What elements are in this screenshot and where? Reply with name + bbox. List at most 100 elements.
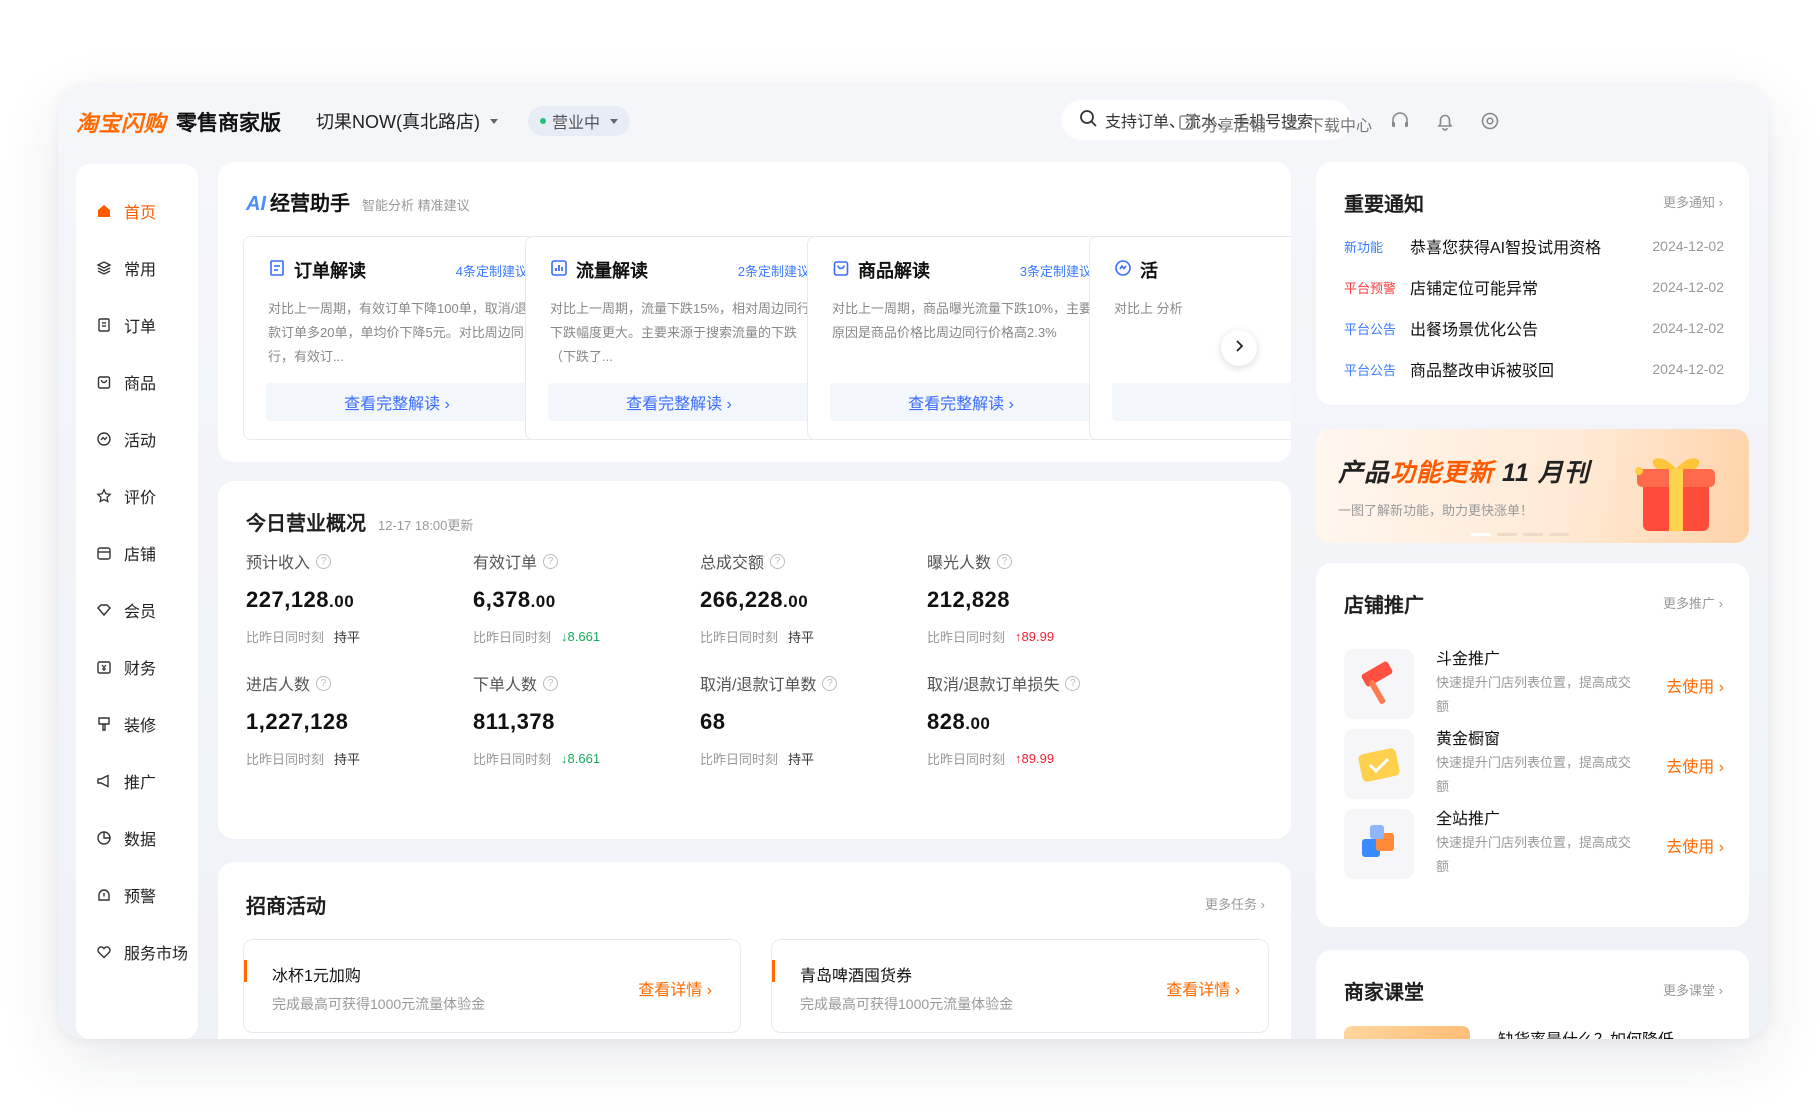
recruit-desc: 完成最高可获得1000元流量体验金	[800, 996, 1014, 1012]
metric-label-row: 总成交额?	[700, 549, 950, 573]
metric-label: 进店人数	[246, 677, 311, 694]
store-selector[interactable]: 切果NOW(真北路店)	[316, 108, 498, 134]
metric-label-row: 有效订单?	[473, 549, 723, 573]
promo-name: 斗金推广	[1436, 651, 1501, 668]
metric-item: 曝光人数? 212,828 比昨日同时刻 ↑89.99	[927, 549, 1177, 646]
page-dot[interactable]	[1471, 533, 1491, 536]
course-title[interactable]: 缺货率是什么？如何降低	[1498, 1026, 1674, 1039]
ai-header: AI 经营助手 智能分析 精准建议	[246, 187, 470, 216]
insight-title: 活	[1140, 261, 1158, 281]
page-dot[interactable]	[1549, 533, 1569, 536]
sidebar-item-7[interactable]: 会员	[76, 581, 198, 638]
view-details-link[interactable]: 查看详情 ›	[1166, 976, 1240, 1000]
insight-tag[interactable]: 4条定制建议	[456, 261, 528, 280]
metric-label: 预计收入	[246, 555, 311, 572]
help-icon[interactable]: ?	[543, 675, 559, 691]
sidebar-item-3[interactable]: 商品	[76, 353, 198, 410]
sidebar-item-11[interactable]: 数据	[76, 809, 198, 866]
metric-item: 总成交额? 266,228.00 比昨日同时刻 持平	[700, 549, 950, 646]
notice-row[interactable]: 平台公告 商品整改申诉被驳回 2024-12-02	[1344, 357, 1724, 381]
course-thumbnail[interactable]	[1344, 1026, 1470, 1039]
insight-card: 商品解读 3条定制建议 对比上一周期，商品曝光流量下跌10%，主要原因是商品价格比周…	[807, 236, 1115, 440]
view-full-insight-button[interactable]: 查看完整解读 ›	[830, 383, 1092, 421]
metric-value: 266,228.00	[700, 587, 950, 613]
more-notices-link[interactable]: 更多通知 ›	[1663, 192, 1723, 211]
compare-label: 比昨日同时刻	[473, 752, 552, 767]
insight-title: 订单解读	[294, 261, 366, 281]
sidebar-item-8[interactable]: 财务	[76, 638, 198, 695]
banner-pagination[interactable]	[1471, 533, 1569, 536]
download-center-link[interactable]: 下载中心	[1284, 112, 1372, 136]
use-promo-link[interactable]: 去使用 ›	[1666, 673, 1724, 697]
metric-label-row: 预计收入?	[246, 549, 496, 573]
use-promo-link[interactable]: 去使用 ›	[1666, 833, 1724, 857]
help-icon[interactable]: ?	[316, 675, 332, 691]
help-icon[interactable]: ?	[543, 553, 559, 569]
metric-trend: ↓8.661	[561, 751, 601, 766]
sidebar-item-2[interactable]: 订单	[76, 296, 198, 353]
view-full-insight-button[interactable]: 查看完整解读 ›	[266, 383, 528, 421]
megaphone-icon	[96, 773, 112, 789]
metric-value: 227,128.00	[246, 587, 496, 613]
promo-name: 黄金橱窗	[1436, 731, 1501, 748]
overview-updated: 12-17 18:00更新	[378, 518, 474, 533]
page-dot[interactable]	[1523, 533, 1543, 536]
notice-text: 出餐场景优化公告	[1410, 322, 1539, 339]
help-icon[interactable]: ?	[1065, 675, 1081, 691]
business-status-dropdown[interactable]: 营业中	[528, 106, 631, 136]
sidebar-item-1[interactable]: 常用	[76, 239, 198, 296]
sidebar-item-5[interactable]: 评价	[76, 467, 198, 524]
banner-title-a: 产品	[1338, 459, 1391, 487]
use-promo-link[interactable]: 去使用 ›	[1666, 753, 1724, 777]
notice-row[interactable]: 平台预警 店铺定位可能异常 2024-12-02	[1344, 275, 1724, 299]
help-icon[interactable]: ?	[997, 553, 1013, 569]
home-icon	[96, 203, 112, 219]
share-label: 分享店铺	[1202, 118, 1267, 135]
accent-bar	[772, 960, 775, 982]
more-classroom-link[interactable]: 更多课堂 ›	[1663, 980, 1723, 999]
metric-item: 取消/退款订单损失? 828.00 比昨日同时刻 ↑89.99	[927, 671, 1177, 768]
sidebar-item-label: 会员	[124, 603, 157, 621]
classroom-title: 商家课堂	[1344, 982, 1424, 1004]
product-update-banner[interactable]: 产品功能更新 11 月刊 一图了解新功能，助力更快涨单！	[1316, 429, 1749, 543]
share-store-link[interactable]: 分享店铺	[1178, 112, 1266, 136]
download-label: 下载中心	[1308, 118, 1373, 135]
compare-label: 比昨日同时刻	[927, 752, 1006, 767]
alert-icon	[96, 887, 112, 903]
carousel-next-button[interactable]	[1221, 330, 1257, 366]
more-promo-link[interactable]: 更多推广 ›	[1663, 593, 1723, 612]
sidebar-item-10[interactable]: 推广	[76, 752, 198, 809]
sidebar-item-9[interactable]: 装修	[76, 695, 198, 752]
view-full-insight-button[interactable]: 查看完整解读 ›	[548, 383, 810, 421]
insight-text: 对比上一周期，有效订单下降100单，取消/退款订单多20单，单均价下降5元。对比…	[268, 301, 528, 364]
page-dot[interactable]	[1497, 533, 1517, 536]
bell-icon[interactable]	[1433, 109, 1457, 133]
help-icon[interactable]: ?	[316, 553, 332, 569]
view-details-link[interactable]: 查看详情 ›	[638, 976, 712, 1000]
metric-trend: 持平	[788, 752, 815, 767]
sidebar-item-0[interactable]: 首页	[76, 182, 198, 239]
notice-row[interactable]: 新功能 恭喜您获得AI智投试用资格 2024-12-02	[1344, 234, 1724, 258]
pie-chart-icon	[96, 830, 112, 846]
metric-int: 1,227,128	[246, 709, 349, 734]
sidebar-item-4[interactable]: 活动	[76, 410, 198, 467]
metric-trend: ↑89.99	[1015, 751, 1055, 766]
settings-icon[interactable]	[1478, 109, 1502, 133]
insight-tag[interactable]: 3条定制建议	[1020, 261, 1092, 280]
help-icon[interactable]: ?	[770, 553, 786, 569]
store-promo-card: 店铺推广 更多推广 › 斗金推广 快速提升门店列表位置，提高成交额 去使用 › 黄金橱…	[1316, 563, 1749, 927]
notice-date: 2024-12-02	[1652, 238, 1724, 254]
view-full-insight-button[interactable]	[1112, 383, 1291, 421]
notice-text: 恭喜您获得AI智投试用资格	[1410, 240, 1602, 257]
insight-tag[interactable]: 2条定制建议	[738, 261, 810, 280]
more-tasks-link[interactable]: 更多任务 ›	[1205, 894, 1265, 913]
notice-tag: 平台预警	[1344, 280, 1397, 296]
insight-header: 流量解读	[550, 257, 648, 283]
sidebar-item-6[interactable]: 店铺	[76, 524, 198, 581]
headset-icon[interactable]	[1388, 109, 1412, 133]
notice-row[interactable]: 平台公告 出餐场景优化公告 2024-12-02	[1344, 316, 1724, 340]
sidebar-item-12[interactable]: 预警	[76, 866, 198, 923]
metric-int: 212,828	[927, 587, 1011, 612]
help-icon[interactable]: ?	[822, 675, 838, 691]
sidebar-item-13[interactable]: 服务市场	[76, 923, 198, 980]
